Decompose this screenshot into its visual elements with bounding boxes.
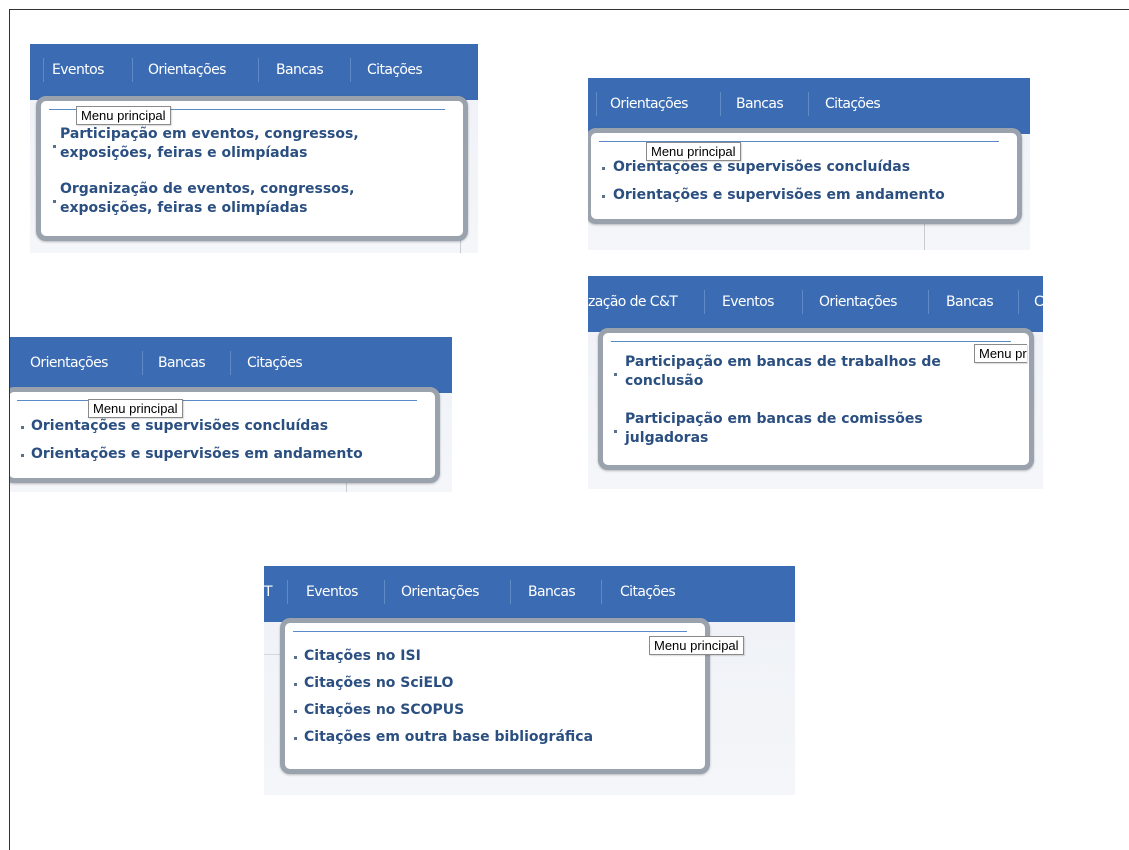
nav-item-citacoes[interactable]: Citações	[247, 353, 303, 373]
nav-item-eventos[interactable]: Eventos	[722, 292, 774, 312]
screenshot-orientacoes-b: Orientações Bancas Citações Orientações …	[10, 337, 452, 492]
nav-item-bancas[interactable]: Bancas	[158, 353, 206, 373]
top-nav-bar: Eventos Orientações Bancas Citações	[30, 44, 478, 100]
nav-item-bancas[interactable]: Bancas	[736, 94, 784, 114]
menu-item-bancas-comissoes[interactable]: Participação em bancas de comissões julga…	[625, 410, 923, 448]
menu-top-line	[611, 341, 1011, 342]
nav-item-bancas[interactable]: Bancas	[276, 60, 324, 80]
top-nav-bar: T Eventos Orientações Bancas Citações	[264, 566, 795, 622]
top-nav-bar: Orientações Bancas Citações	[10, 337, 452, 393]
menu-item-orientacoes-concluidas[interactable]: Orientações e supervisões concluídas	[31, 417, 328, 436]
menu-item-organizacao-eventos[interactable]: Organização de eventos, congressos, expos…	[60, 180, 354, 218]
nav-separator	[258, 58, 259, 82]
nav-separator	[596, 92, 597, 116]
tooltip-menu-principal: Menu principal	[649, 636, 744, 655]
nav-item-citacoes[interactable]: Citações	[825, 94, 881, 114]
nav-separator	[802, 290, 803, 314]
nav-separator	[704, 290, 705, 314]
nav-item-bancas[interactable]: Bancas	[528, 582, 576, 602]
menu-item-citacoes-scopus[interactable]: Citações no SCOPUS	[304, 701, 464, 720]
nav-separator	[928, 290, 929, 314]
screenshot-citacoes: T Eventos Orientações Bancas Citações Ci…	[264, 566, 795, 795]
nav-separator	[510, 580, 511, 604]
tooltip-menu-principal: Menu principal	[76, 106, 171, 125]
screenshot-orientacoes-a: Orientações Bancas Citações Orientações …	[588, 78, 1030, 250]
bullet	[614, 430, 617, 433]
menu-item-citacoes-outra-base[interactable]: Citações em outra base bibliográfica	[304, 728, 593, 747]
bullet	[602, 167, 605, 170]
nav-item-cut[interactable]: C	[1034, 292, 1043, 312]
bullet	[294, 710, 297, 713]
nav-item-eventos[interactable]: Eventos	[52, 60, 104, 80]
bullet	[614, 373, 617, 376]
menu-item-citacoes-isi[interactable]: Citações no ISI	[304, 647, 421, 666]
figure-frame-top	[9, 9, 1129, 10]
tooltip-menu-principal: Menu principal	[88, 399, 183, 418]
tooltip-menu-principal: Menu pr	[974, 344, 1027, 363]
nav-item-eventos[interactable]: Eventos	[306, 582, 358, 602]
menu-item-citacoes-scielo[interactable]: Citações no SciELO	[304, 674, 453, 693]
nav-separator	[287, 580, 288, 604]
nav-item-orientacoes[interactable]: Orientações	[819, 292, 897, 312]
nav-separator	[720, 92, 721, 116]
nav-separator	[132, 58, 133, 82]
nav-item-orientacoes[interactable]: Orientações	[148, 60, 226, 80]
menu-item-bancas-trabalhos[interactable]: Participação em bancas de trabalhos de co…	[625, 353, 941, 391]
menu-top-line	[293, 631, 687, 632]
nav-item-orientacoes[interactable]: Orientações	[30, 353, 108, 373]
bullet	[53, 145, 56, 148]
dropdown-menu-orientacoes: Orientações e supervisões concluídas Ori…	[10, 387, 440, 483]
nav-item-producao-ct[interactable]: zação de C&T	[588, 292, 678, 312]
nav-item-citacoes[interactable]: Citações	[367, 60, 423, 80]
menu-item-orientacoes-andamento[interactable]: Orientações e supervisões em andamento	[31, 445, 363, 464]
nav-separator	[384, 580, 385, 604]
nav-separator	[230, 351, 231, 375]
nav-separator	[350, 58, 351, 82]
nav-item-orientacoes[interactable]: Orientações	[610, 94, 688, 114]
bullet	[294, 683, 297, 686]
top-nav-bar: Orientações Bancas Citações	[588, 78, 1030, 134]
nav-item-cut[interactable]: T	[264, 582, 273, 602]
nav-item-orientacoes[interactable]: Orientações	[401, 582, 479, 602]
dropdown-menu-bancas: Participação em bancas de trabalhos de co…	[598, 328, 1034, 470]
nav-item-citacoes[interactable]: Citações	[620, 582, 676, 602]
bullet	[294, 737, 297, 740]
nav-separator	[142, 351, 143, 375]
menu-item-participacao-eventos[interactable]: Participação em eventos, congressos, expo…	[60, 125, 359, 163]
nav-separator	[43, 58, 44, 82]
tooltip-menu-principal: Menu principal	[646, 142, 741, 161]
dropdown-menu-citacoes: Citações no ISI Citações no SciELO Citaç…	[280, 618, 710, 774]
menu-top-line	[17, 400, 417, 401]
nav-separator	[808, 92, 809, 116]
bullet	[21, 454, 24, 457]
top-nav-bar: zação de C&T Eventos Orientações Bancas …	[588, 276, 1043, 332]
bullet	[602, 195, 605, 198]
bullet	[21, 426, 24, 429]
menu-item-orientacoes-andamento[interactable]: Orientações e supervisões em andamento	[613, 186, 945, 205]
nav-item-bancas[interactable]: Bancas	[946, 292, 994, 312]
nav-separator	[1018, 290, 1019, 314]
bullet	[53, 200, 56, 203]
bullet	[294, 656, 297, 659]
screenshot-eventos: Eventos Orientações Bancas Citações Part…	[30, 44, 478, 253]
screenshot-bancas: zação de C&T Eventos Orientações Bancas …	[588, 276, 1043, 489]
nav-separator	[601, 580, 602, 604]
